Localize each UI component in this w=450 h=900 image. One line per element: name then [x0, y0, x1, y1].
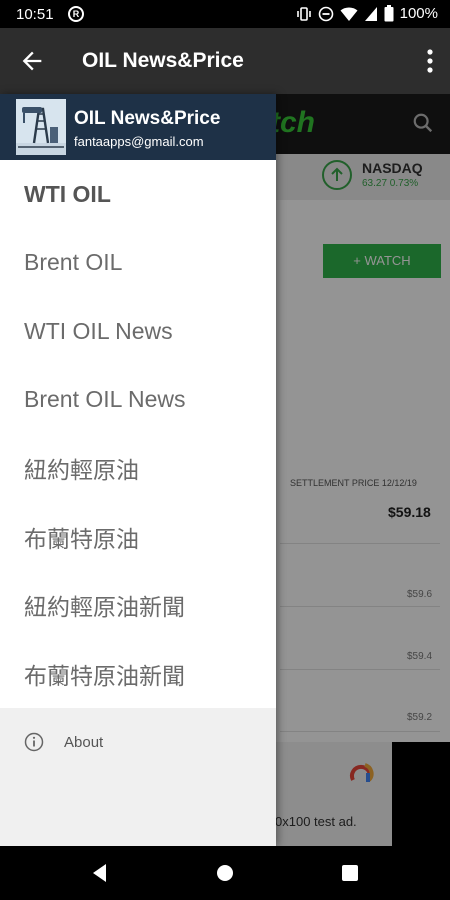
about-label: About [64, 733, 104, 751]
battery-icon [384, 5, 394, 22]
status-icons: 100% [296, 5, 438, 22]
menu-item-wti-oil-news[interactable]: WTI OIL News [0, 297, 276, 366]
drawer-footer: About [0, 708, 276, 846]
more-options-icon[interactable] [426, 48, 434, 74]
menu-item-brent-oil-zh[interactable]: 布蘭特原油 [0, 503, 276, 572]
drawer-menu: WTI OIL Brent OIL WTI OIL News Brent OIL… [0, 160, 276, 708]
status-bar: 10:51 R 100% [0, 0, 450, 28]
drawer-header: OIL News&Price fantaapps@gmail.com [0, 94, 276, 160]
back-arrow-icon[interactable] [18, 47, 46, 75]
battery-percent: 100% [399, 5, 438, 22]
back-nav-icon[interactable] [87, 860, 113, 886]
oil-rig-logo-icon [16, 99, 66, 155]
app-bar: OIL News&Price [0, 28, 450, 94]
signal-icon [364, 6, 377, 21]
home-nav-icon[interactable] [212, 860, 238, 886]
wifi-icon [340, 7, 358, 21]
vibrate-icon [296, 6, 311, 21]
dnd-icon [318, 6, 333, 21]
menu-item-brent-oil-news[interactable]: Brent OIL News [0, 366, 276, 435]
notification-icon: R [68, 6, 84, 22]
menu-item-brent-oil-news-zh[interactable]: 布蘭特原油新聞 [0, 640, 276, 709]
recents-nav-icon[interactable] [337, 860, 363, 886]
app-title: OIL News&Price [82, 49, 244, 72]
navigation-drawer: OIL News&Price fantaapps@gmail.com WTI O… [0, 94, 276, 846]
menu-item-wti-oil-news-zh[interactable]: 紐約輕原油新聞 [0, 571, 276, 640]
menu-item-brent-oil[interactable]: Brent OIL [0, 229, 276, 298]
info-icon [24, 732, 44, 752]
drawer-email: fantaapps@gmail.com [74, 134, 204, 149]
about-item[interactable]: About [24, 732, 103, 752]
menu-item-wti-oil[interactable]: WTI OIL [0, 160, 276, 229]
status-time: 10:51 [16, 6, 54, 23]
drawer-app-name: OIL News&Price [74, 108, 221, 129]
system-nav-bar [0, 846, 450, 900]
menu-item-wti-oil-zh[interactable]: 紐約輕原油 [0, 434, 276, 503]
